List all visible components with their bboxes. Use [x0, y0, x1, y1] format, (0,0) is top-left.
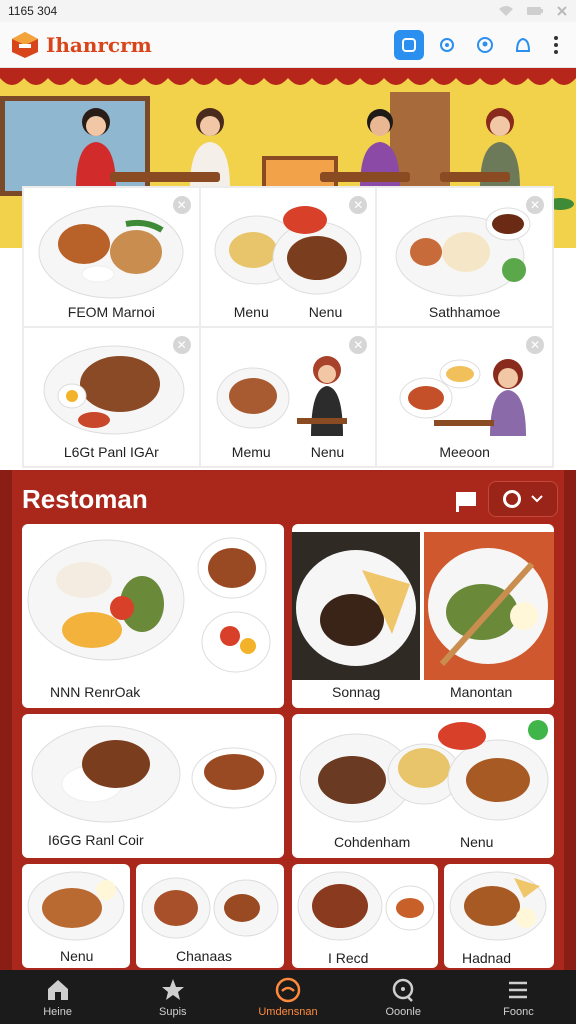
pin-icon	[477, 36, 493, 53]
dish-card[interactable]: ✕ Menu Nenu	[200, 188, 376, 326]
account-icon	[515, 37, 531, 52]
hero-table	[440, 172, 510, 182]
dish-label: Memu	[231, 444, 271, 460]
dish-label: Menu	[233, 304, 269, 320]
restaurant-card[interactable]: NNN RenrOak	[22, 524, 284, 708]
food-plate-image	[216, 356, 347, 436]
restaurant-label: NNN RenrOak	[50, 684, 141, 700]
close-icon[interactable]: ✕	[526, 336, 544, 354]
record-icon	[503, 490, 521, 508]
restaurant-card[interactable]: Sonnag Manontan	[292, 524, 554, 708]
food-plate-image	[27, 537, 271, 673]
tab-label: Heine	[43, 1005, 72, 1018]
tab-label: Ooonle	[385, 1005, 421, 1018]
section-title: Restoman	[22, 484, 148, 514]
food-plate-image	[141, 877, 279, 939]
dish-label: FEOM Marnoi	[67, 304, 155, 320]
restaurant-card[interactable]: Hadnad	[444, 864, 554, 968]
settings-button[interactable]	[432, 30, 462, 60]
tab-restaurant[interactable]: Umdensnan	[230, 970, 345, 1024]
awning-decoration	[0, 68, 576, 85]
filter-dropdown[interactable]	[488, 481, 558, 517]
food-plate-image	[43, 345, 185, 435]
dish-card[interactable]: ✕ Meeoon	[377, 328, 552, 466]
pin-button[interactable]	[470, 30, 500, 60]
restaurant-label: I6GG Ranl Coir	[48, 832, 144, 848]
app-title: Ihanrcrm	[46, 32, 152, 57]
tab-home[interactable]: Heine	[0, 970, 115, 1024]
restaurant-label: Nenu	[60, 948, 94, 964]
dish-card[interactable]: ✕ FEOM Marnoi	[24, 188, 199, 326]
tab-label: Foonc	[503, 1005, 534, 1018]
close-icon[interactable]: ✕	[172, 336, 191, 354]
tab-favorites[interactable]: Supis	[115, 970, 230, 1024]
dish-label: L6Gt Panl IGAr	[63, 444, 159, 460]
close-icon[interactable]: ✕	[349, 196, 368, 214]
tab-menu[interactable]: Foonc	[461, 970, 576, 1024]
account-button[interactable]	[508, 30, 538, 60]
status-time: 1165 304	[8, 4, 58, 18]
restaurant-label: Manontan	[450, 684, 513, 700]
food-plate-image	[399, 359, 526, 436]
food-plate-image	[292, 532, 554, 680]
hero-table	[110, 172, 220, 182]
home-action-button[interactable]	[394, 29, 424, 60]
battery-icon	[527, 7, 543, 15]
tab-label: Umdensnan	[258, 1005, 318, 1018]
dish-card[interactable]: ✕ Memu Nenu	[200, 328, 376, 466]
restaurant-label: Nenu	[460, 834, 494, 850]
dish-card[interactable]: ✕ Sathhamoe	[377, 188, 552, 326]
food-plate-image	[214, 206, 362, 295]
tab-label: Supis	[159, 1005, 187, 1018]
restaurant-label: Cohdenham	[334, 834, 411, 850]
close-icon[interactable]: ✕	[172, 196, 191, 214]
dish-label: Nenu	[310, 444, 345, 460]
restaurant-label: I Recd	[328, 950, 369, 966]
dish-label: Meeoon	[439, 444, 490, 460]
restaurant-card[interactable]: Nenu	[22, 864, 130, 968]
food-plate-image	[395, 207, 531, 297]
food-plate-image	[299, 722, 549, 823]
restaurant-card[interactable]: Chanaas	[136, 864, 284, 968]
logo-icon	[12, 31, 38, 58]
restaurant-card[interactable]: I6GG Ranl Coir	[22, 714, 284, 858]
search-icon	[392, 978, 414, 1002]
chevron-down-icon	[531, 495, 543, 503]
close-icon	[557, 6, 567, 16]
dish-label: Sathhamoe	[428, 304, 501, 320]
menu-icon	[509, 981, 528, 998]
food-plate-image	[31, 725, 277, 823]
settings-icon	[440, 37, 454, 52]
app-bar: Ihanrcrm	[0, 22, 576, 68]
featured-dishes-panel: ✕ FEOM Marnoi ✕ Menu Nenu ✕ Sathhamoe ✕ …	[22, 186, 554, 468]
restaurant-label: Sonnag	[332, 684, 381, 700]
hero-table	[320, 172, 410, 182]
home-action-icon	[402, 37, 416, 52]
restaurant-card[interactable]: Cohdenham Nenu	[292, 714, 554, 858]
food-plate-image	[297, 871, 435, 941]
restaurant-label: Hadnad	[462, 950, 512, 966]
restaurant-label: Chanaas	[176, 948, 233, 964]
status-bar: 1165 304	[0, 0, 576, 22]
restaurant-icon	[275, 977, 301, 1002]
wifi-icon	[499, 6, 513, 16]
close-icon[interactable]: ✕	[349, 336, 368, 354]
star-icon	[161, 978, 184, 1000]
food-plate-image	[38, 205, 184, 299]
dish-card[interactable]: ✕ L6Gt Panl IGAr	[24, 328, 199, 466]
bottom-tab-bar: Heine Supis Umdensnan Ooonle Foonc	[0, 970, 576, 1024]
food-plate-image	[449, 871, 547, 941]
home-icon	[47, 979, 68, 1000]
tab-search[interactable]: Ooonle	[346, 970, 461, 1024]
close-icon[interactable]: ✕	[526, 196, 544, 214]
food-plate-image	[27, 871, 125, 941]
dish-label: Nenu	[308, 304, 343, 320]
more-icon[interactable]	[546, 35, 566, 54]
flag-icon[interactable]	[452, 486, 480, 514]
restaurant-card[interactable]: I Recd	[292, 864, 438, 968]
